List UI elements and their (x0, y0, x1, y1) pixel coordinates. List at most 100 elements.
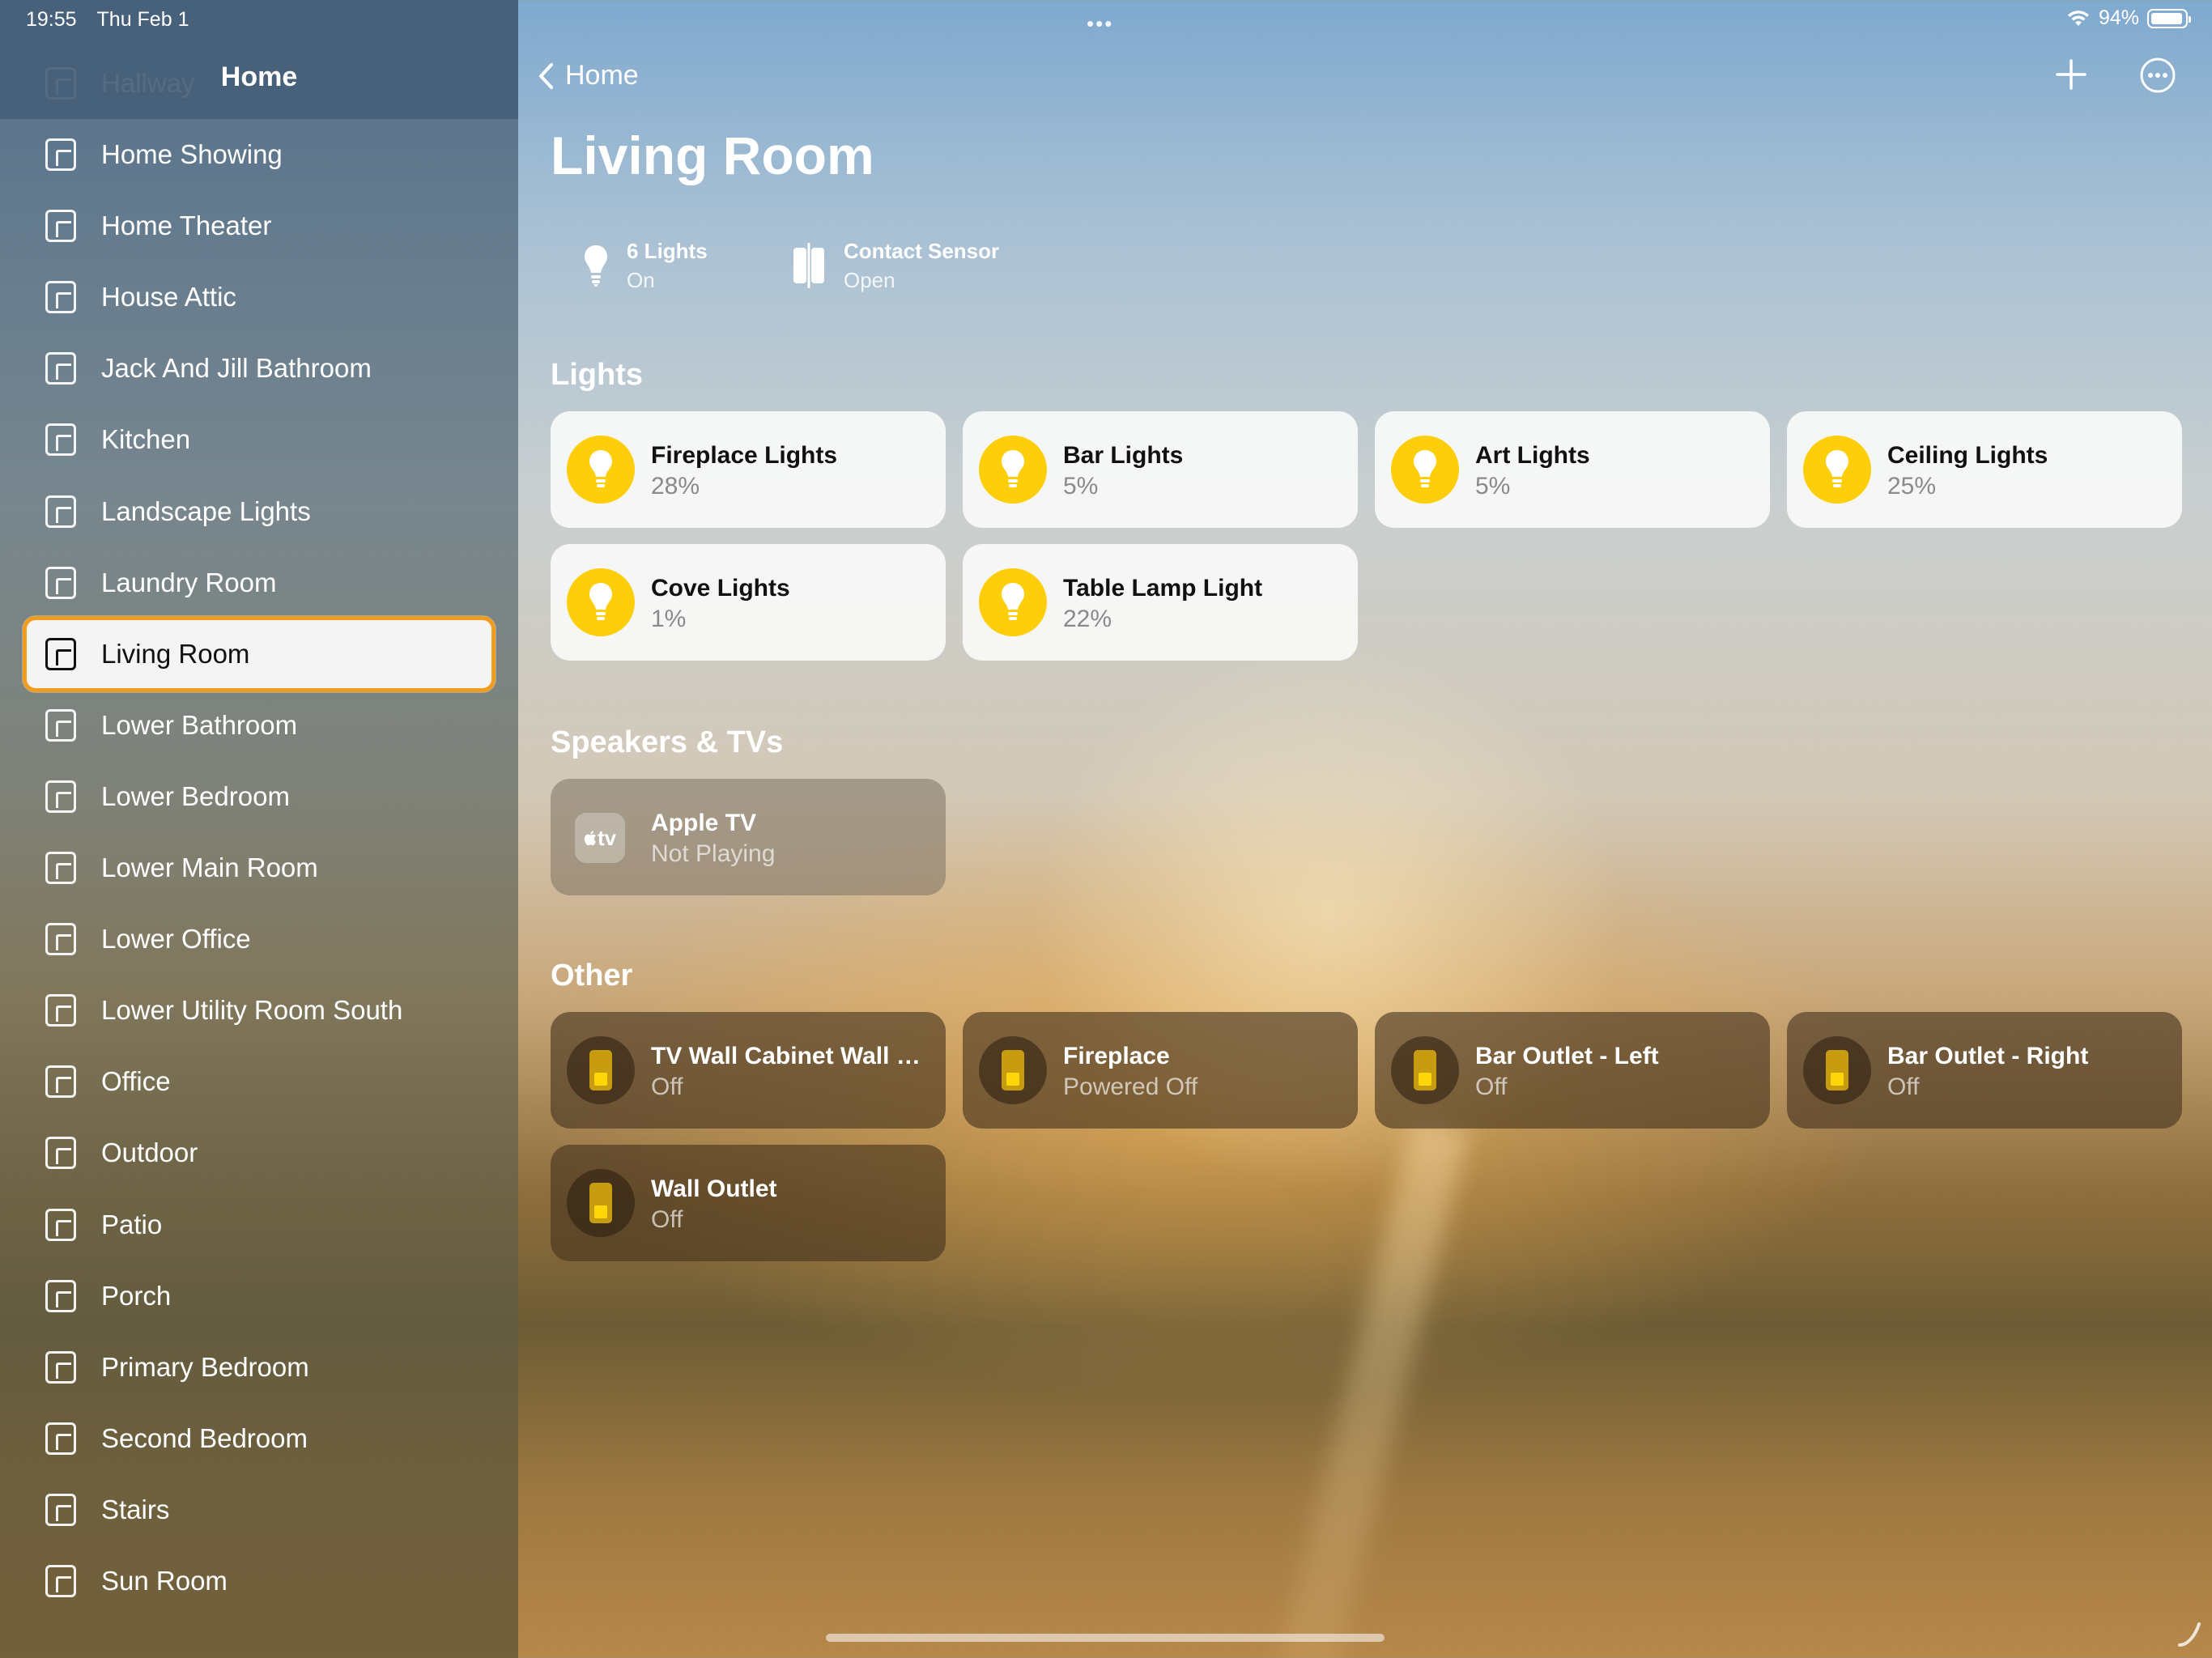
lightbulb-icon (589, 583, 612, 620)
light-tile-cove-lights[interactable]: Cove Lights 1% (551, 544, 946, 661)
room-icon (45, 1493, 76, 1526)
section-title-speakers: Speakers & TVs (551, 725, 784, 759)
room-icon (45, 352, 76, 385)
summary-lights[interactable]: 6 Lights On (583, 236, 708, 295)
sidebar-item-second-bedroom[interactable]: Second Bedroom (23, 1401, 496, 1477)
room-icon (45, 708, 76, 742)
back-button[interactable]: Home (538, 60, 639, 91)
plus-icon[interactable] (2053, 57, 2089, 92)
pencil-hover-icon (2178, 1622, 2201, 1647)
light-toggle-icon[interactable] (1803, 436, 1871, 504)
sidebar-item-label: Lower Main Room (101, 852, 318, 882)
accessory-tile-bar-outlet-right[interactable]: Bar Outlet - Right Off (1787, 1012, 2182, 1129)
accessory-name: Bar Lights (1063, 442, 1184, 469)
sidebar-item-outdoor[interactable]: Outdoor (23, 1115, 496, 1191)
sidebar-item-label: Kitchen (101, 424, 191, 455)
light-tile-fireplace-lights[interactable]: Fireplace Lights 28% (551, 411, 946, 528)
chevron-left-icon (539, 62, 553, 89)
accessory-name: Fireplace (1063, 1043, 1170, 1069)
accessory-tile-wall-outlet[interactable]: Wall Outlet Off (551, 1145, 946, 1261)
sidebar-item-label: House Attic (101, 282, 236, 312)
room-icon (45, 1350, 76, 1384)
sidebar-item-landscape-lights[interactable]: Landscape Lights (23, 474, 496, 550)
sidebar-item-label: Living Room (101, 638, 250, 669)
light-toggle-icon[interactable] (567, 436, 635, 504)
sidebar-item-lower-bathroom[interactable]: Lower Bathroom (23, 687, 496, 763)
accessory-tile-apple-tv[interactable]: tv Apple TV Not Playing (551, 779, 946, 895)
room-icon (45, 1422, 76, 1455)
sidebar-item-label: Jack And Jill Bathroom (101, 353, 372, 384)
sidebar-item-home-showing[interactable]: Home Showing (23, 117, 496, 193)
lightbulb-icon (1826, 450, 1848, 487)
ellipsis-circle-icon[interactable] (2139, 57, 2176, 94)
sidebar-item-lower-main-room[interactable]: Lower Main Room (23, 830, 496, 906)
accessory-status: 28% (651, 473, 700, 500)
light-toggle-icon[interactable] (567, 568, 635, 636)
light-toggle-icon[interactable] (1391, 436, 1459, 504)
outlet-toggle-icon[interactable] (979, 1036, 1047, 1104)
room-icon (45, 495, 76, 528)
room-icon (45, 210, 76, 243)
battery-percent: 94% (2098, 6, 2139, 29)
accessory-tile-fireplace[interactable]: Fireplace Powered Off (963, 1012, 1358, 1129)
light-tile-table-lamp-light[interactable]: Table Lamp Light 22% (963, 544, 1358, 661)
sidebar-item-living-room[interactable]: Living Room (23, 615, 496, 692)
accessory-status: 22% (1063, 606, 1112, 632)
accessory-tile-bar-outlet-left[interactable]: Bar Outlet - Left Off (1375, 1012, 1770, 1129)
room-icon (45, 1565, 76, 1597)
status-indicators: 94% (2066, 6, 2191, 30)
accessory-tile-tv-wall-cabinet-wall-o[interactable]: TV Wall Cabinet Wall O... Off (551, 1012, 946, 1129)
light-tile-bar-lights[interactable]: Bar Lights 5% (963, 411, 1358, 528)
summary-contact-sensor[interactable]: Contact Sensor Open (792, 236, 999, 295)
sidebar-item-jack-and-jill-bathroom[interactable]: Jack And Jill Bathroom (23, 330, 496, 406)
sidebar-item-label: Patio (101, 1209, 163, 1239)
sidebar-item-label: Home Theater (101, 210, 272, 241)
outlet-icon (589, 1050, 612, 1090)
lightbulb-icon (1002, 583, 1024, 620)
outlet-toggle-icon[interactable] (1803, 1036, 1871, 1104)
sidebar-item-stairs[interactable]: Stairs (23, 1472, 496, 1548)
light-tile-ceiling-lights[interactable]: Ceiling Lights 25% (1787, 411, 2182, 528)
sidebar-item-sun-room[interactable]: Sun Room (23, 1543, 496, 1619)
page-title: Living Room (551, 125, 874, 185)
outlet-toggle-icon[interactable] (1391, 1036, 1459, 1104)
sidebar-item-label: Primary Bedroom (101, 1351, 309, 1382)
accessory-name: Art Lights (1475, 442, 1590, 469)
outlet-toggle-icon[interactable] (567, 1169, 635, 1237)
room-icon (45, 1137, 76, 1170)
sidebar-item-porch[interactable]: Porch (23, 1258, 496, 1334)
sidebar-item-lower-bedroom[interactable]: Lower Bedroom (23, 759, 496, 835)
sidebar-item-label: Lower Bedroom (101, 780, 290, 811)
outlet-toggle-icon[interactable] (567, 1036, 635, 1104)
sidebar-item-label: Laundry Room (101, 567, 277, 597)
sidebar-item-house-attic[interactable]: House Attic (23, 259, 496, 335)
summary-sensor-status: Open (844, 268, 895, 292)
sidebar-item-kitchen[interactable]: Kitchen (23, 402, 496, 478)
sidebar-item-lower-utility-room-south[interactable]: Lower Utility Room South (23, 972, 496, 1048)
sidebar-item-laundry-room[interactable]: Laundry Room (23, 545, 496, 621)
accessory-name: Fireplace Lights (651, 442, 838, 469)
battery-level (2151, 12, 2182, 24)
sidebar-item-label: Lower Utility Room South (101, 995, 403, 1026)
sidebar-item-primary-bedroom[interactable]: Primary Bedroom (23, 1329, 496, 1405)
accessory-name: Wall Outlet (651, 1175, 777, 1202)
room-icon (45, 566, 76, 599)
accessory-status: Off (1887, 1073, 1920, 1100)
light-toggle-icon[interactable] (979, 436, 1047, 504)
sidebar-item-label: Stairs (101, 1494, 170, 1524)
light-toggle-icon[interactable] (979, 568, 1047, 636)
back-button-label: Home (565, 60, 639, 91)
accessory-name: Bar Outlet - Left (1475, 1043, 1659, 1069)
accessory-status: 1% (651, 606, 687, 632)
sidebar-item-home-theater[interactable]: Home Theater (23, 188, 496, 264)
home-indicator[interactable] (826, 1634, 1385, 1642)
room-icon (45, 994, 76, 1027)
sidebar-item-patio[interactable]: Patio (23, 1187, 496, 1263)
multitasking-dots-icon[interactable]: ••• (1087, 11, 1113, 36)
summary-lights-status: On (627, 268, 655, 292)
sidebar-item-lower-office[interactable]: Lower Office (23, 901, 496, 977)
accessory-status: Not Playing (651, 840, 776, 867)
status-clock: 19:55 Thu Feb 1 (26, 8, 189, 32)
sidebar-item-office[interactable]: Office (23, 1044, 496, 1120)
light-tile-art-lights[interactable]: Art Lights 5% (1375, 411, 1770, 528)
